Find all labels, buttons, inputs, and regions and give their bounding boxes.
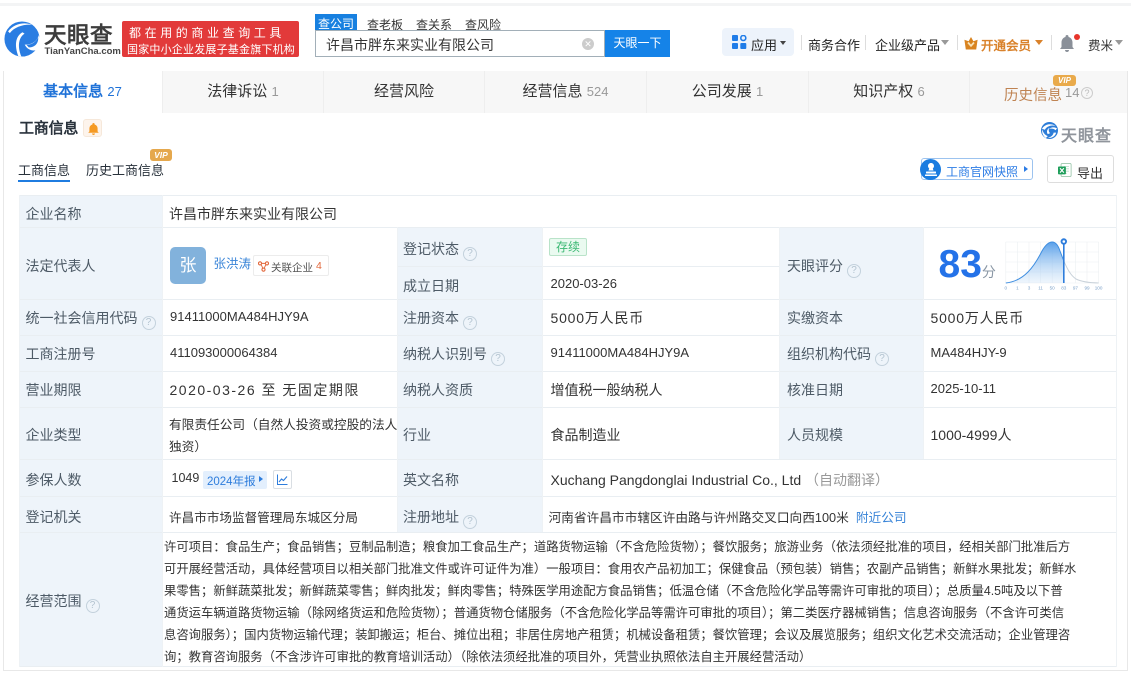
svg-text:1: 1 bbox=[1016, 286, 1019, 291]
svg-text:99: 99 bbox=[1084, 286, 1090, 291]
svg-text:3: 3 bbox=[1027, 286, 1030, 291]
svg-text:100: 100 bbox=[1094, 286, 1102, 291]
svg-text:50: 50 bbox=[1049, 286, 1055, 291]
svg-text:0: 0 bbox=[1004, 286, 1007, 291]
svg-text:11: 11 bbox=[1038, 286, 1043, 291]
svg-text:97: 97 bbox=[1072, 286, 1078, 291]
svg-text:83: 83 bbox=[1061, 286, 1067, 291]
